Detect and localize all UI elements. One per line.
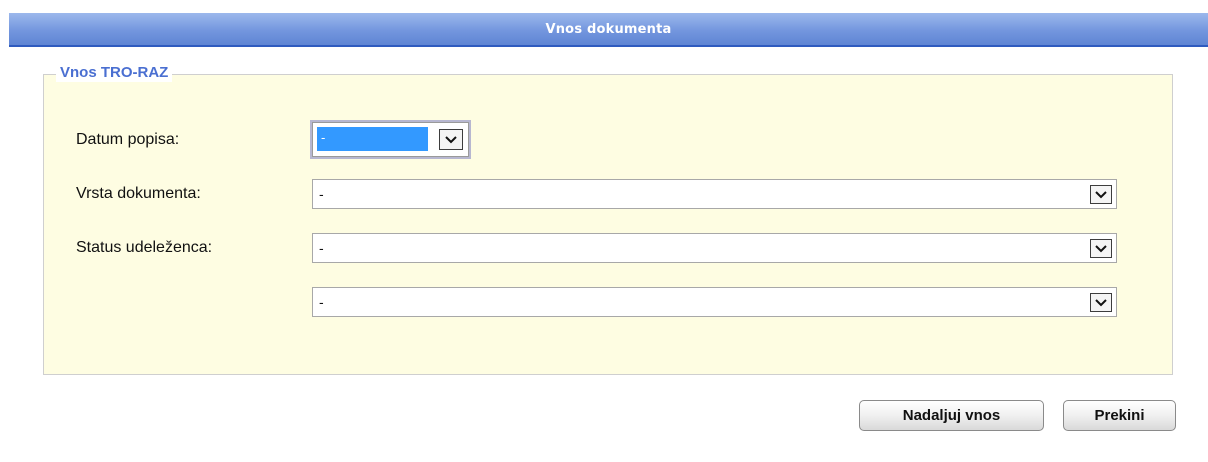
page-header: Vnos dokumenta — [9, 13, 1208, 47]
chevron-down-icon[interactable] — [439, 129, 463, 150]
cancel-button[interactable]: Prekini — [1063, 400, 1176, 431]
selected-highlight — [317, 127, 428, 151]
continue-entry-button[interactable]: Nadaljuj vnos — [859, 400, 1044, 431]
status-udelezenca-label: Status udeleženca: — [76, 239, 213, 256]
status-udelezenca-value: - — [319, 240, 324, 256]
subselect-value: - — [319, 294, 324, 310]
page-title: Vnos dokumenta — [545, 21, 672, 37]
fieldset-legend: Vnos TRO-RAZ — [56, 64, 173, 82]
datum-popisa-value: - — [321, 130, 326, 145]
vrsta-dokumenta-select[interactable]: - — [312, 179, 1117, 209]
vrsta-dokumenta-value: - — [319, 186, 324, 202]
chevron-down-icon[interactable] — [1090, 293, 1112, 312]
datum-popisa-select[interactable]: - — [312, 122, 469, 157]
form-fieldset — [43, 74, 1173, 375]
chevron-down-icon[interactable] — [1090, 239, 1112, 258]
vrsta-dokumenta-label: Vrsta dokumenta: — [76, 185, 201, 202]
chevron-down-icon[interactable] — [1090, 185, 1112, 204]
status-udelezenca-subselect[interactable]: - — [312, 287, 1117, 317]
datum-popisa-label: Datum popisa: — [76, 131, 180, 148]
status-udelezenca-select[interactable]: - — [312, 233, 1117, 263]
